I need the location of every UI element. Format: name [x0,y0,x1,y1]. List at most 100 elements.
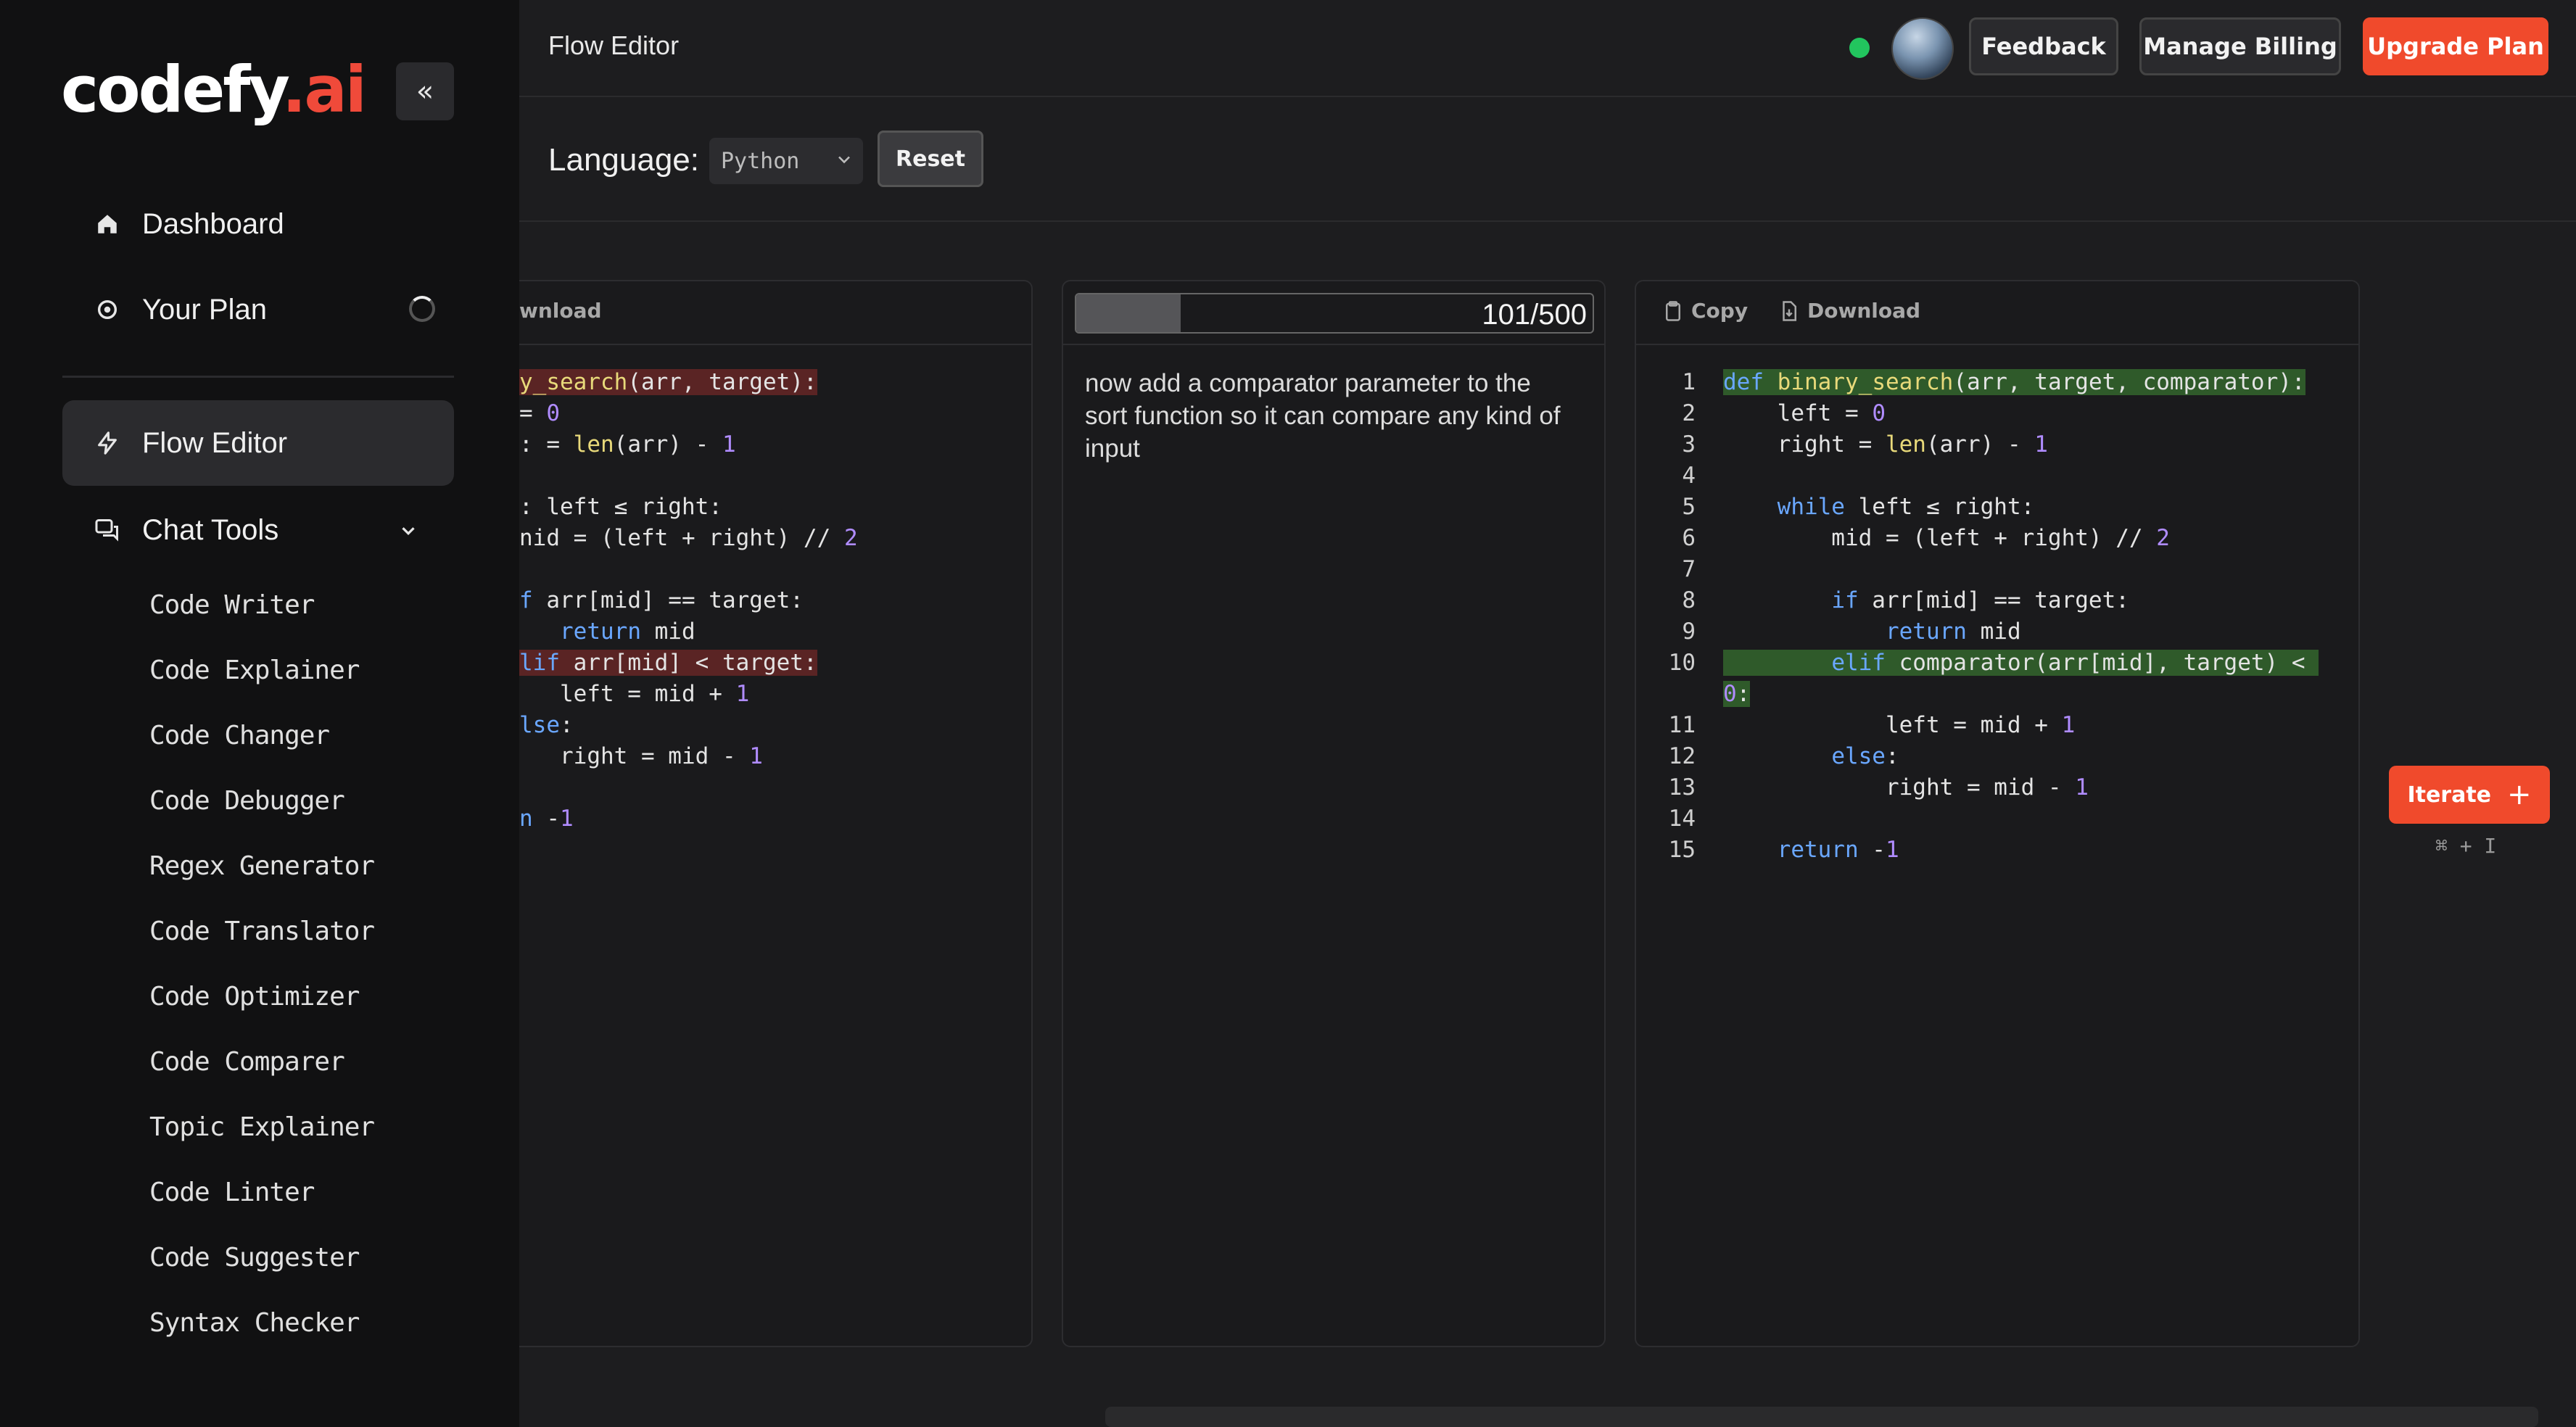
logo-dot: . [281,52,306,127]
code-line: = 0 [519,400,560,426]
code-line: right = mid - 1 [519,743,763,769]
chat-tool-code-optimizer[interactable]: Code Optimizer [149,982,360,1012]
chat-tool-syntax-checker[interactable]: Syntax Checker [149,1308,360,1338]
sidebar-item-label: Dashboard [142,207,284,240]
reset-button[interactable]: Reset [878,131,983,187]
iterate-shortcut-hint: ⌘ + I [2435,834,2497,858]
download-button[interactable]: Download [1778,299,1920,323]
language-toolbar: Language: Python Reset [519,97,2576,222]
language-select[interactable]: Python [709,138,863,184]
collapse-sidebar-button[interactable]: « [396,62,454,120]
plan-icon [91,294,123,326]
line-number: 10 [1668,650,1696,676]
status-indicator [1849,38,1870,58]
feedback-button[interactable]: Feedback [1969,17,2118,75]
chat-tool-code-comparer[interactable]: Code Comparer [149,1047,345,1077]
plus-icon: + [2507,778,2532,811]
line-number: 9 [1682,619,1696,645]
logo-word: codefy [61,52,284,127]
sidebar-divider [62,376,454,378]
code-line: right = mid - 1 [1723,774,2089,801]
codefy-logo[interactable]: codefy.ai [61,52,367,127]
code-line: right = len(arr) - 1 [1723,431,2048,458]
code-line: lse: [519,712,574,738]
language-label: Language: [548,142,699,178]
line-number: 3 [1682,431,1696,458]
clipboard-icon [1662,300,1684,322]
line-number: 7 [1682,556,1696,582]
logo-ai: ai [304,52,367,127]
code-line: if arr[mid] == target: [1831,587,2129,613]
line-number: 2 [1682,400,1696,426]
sidebar-item-label: Your Plan [142,293,267,326]
chat-tool-code-explainer[interactable]: Code Explainer [149,655,360,685]
character-counter-bar: 101/500 [1075,293,1594,334]
sidebar-item-flow-editor[interactable]: Flow Editor [62,400,454,486]
sidebar-item-label: Chat Tools [142,513,279,546]
code-line: return mid [560,619,695,645]
home-icon [91,208,123,240]
line-number: 13 [1668,774,1696,801]
line-number: 5 [1682,494,1696,520]
chat-tool-code-writer[interactable]: Code Writer [149,590,315,620]
original-code-block[interactable]: y_search(arr, target): = 0 : = len(arr) … [519,367,858,835]
code-line: : left ≤ right: [519,494,722,520]
generated-code-panel-header: Copy Download [1636,281,2358,345]
chat-tool-topic-explainer[interactable]: Topic Explainer [149,1112,375,1142]
copy-button[interactable]: Copy [1662,299,1748,323]
code-line: return -1 [1777,837,1899,863]
line-number: 11 [1668,712,1696,738]
language-select-value: Python [721,148,800,174]
generated-code-panel: Copy Download 1 2 3 4 5 6 7 8 9 10 11 12… [1635,280,2360,1347]
download-file-icon [1778,300,1800,322]
code-line: lif arr[mid] < target: [519,650,817,676]
code-line: elif comparator(arr[mid], target) < [1723,650,2319,676]
original-code-panel-header: wnload [519,281,1031,345]
line-number: 1 [1682,369,1696,395]
top-bar: Flow Editor Feedback Manage Billing Upgr… [519,0,2576,97]
character-counter-fill [1076,294,1181,332]
iterate-label: Iterate [2407,782,2492,808]
download-button[interactable]: wnload [519,299,602,323]
line-number: 15 [1668,837,1696,863]
code-line: y_search(arr, target): [519,369,817,395]
code-line: nid = (left + right) // 2 [519,525,858,551]
iterate-button[interactable]: Iterate + [2389,766,2550,824]
generated-code-block[interactable]: def binary_search(arr, target, comparato… [1723,367,2319,866]
lightning-icon [91,427,123,459]
code-line: def binary_search(arr, target, comparato… [1723,369,2305,395]
chat-tool-code-translator[interactable]: Code Translator [149,917,375,946]
prompt-input[interactable]: now add a comparator parameter to the so… [1085,367,1578,465]
loading-spinner-icon [409,296,435,322]
chevron-down-icon [397,516,419,549]
chevron-down-icon [834,149,854,175]
code-line: while left ≤ right: [1777,494,2035,520]
manage-billing-button[interactable]: Manage Billing [2139,17,2341,75]
chevrons-left-icon: « [416,75,434,108]
prompt-panel-header: 101/500 [1063,281,1604,345]
chat-tool-regex-generator[interactable]: Regex Generator [149,851,375,881]
sidebar-item-label: Flow Editor [142,426,288,459]
horizontal-scrollbar[interactable] [1105,1407,2538,1427]
sidebar-item-your-plan[interactable]: Your Plan [62,267,454,352]
code-line: return mid [1885,619,2021,645]
sidebar-item-chat-tools[interactable]: Chat Tools [62,487,454,573]
download-label: Download [1807,299,1921,323]
sidebar-item-dashboard[interactable]: Dashboard [62,181,454,267]
code-line: left = mid + 1 [1723,712,2076,738]
prompt-panel: 101/500 now add a comparator parameter t… [1062,280,1606,1347]
upgrade-plan-button[interactable]: Upgrade Plan [2363,17,2548,75]
chat-tool-code-linter[interactable]: Code Linter [149,1178,315,1207]
code-line: 0: [1723,681,1751,707]
chat-tool-code-suggester[interactable]: Code Suggester [149,1243,360,1273]
chat-icon [91,514,123,546]
copy-label: Copy [1691,299,1749,323]
chat-tool-code-debugger[interactable]: Code Debugger [149,786,345,816]
avatar[interactable] [1891,17,1954,80]
line-number: 6 [1682,525,1696,551]
code-line: : = len(arr) - 1 [519,431,736,458]
chat-tool-code-changer[interactable]: Code Changer [149,721,330,750]
code-line: left = mid + 1 [519,681,750,707]
code-line: f arr[mid] == target: [519,587,804,613]
line-number-gutter: 1 2 3 4 5 6 7 8 9 10 11 12 13 14 15 [1636,367,1696,866]
